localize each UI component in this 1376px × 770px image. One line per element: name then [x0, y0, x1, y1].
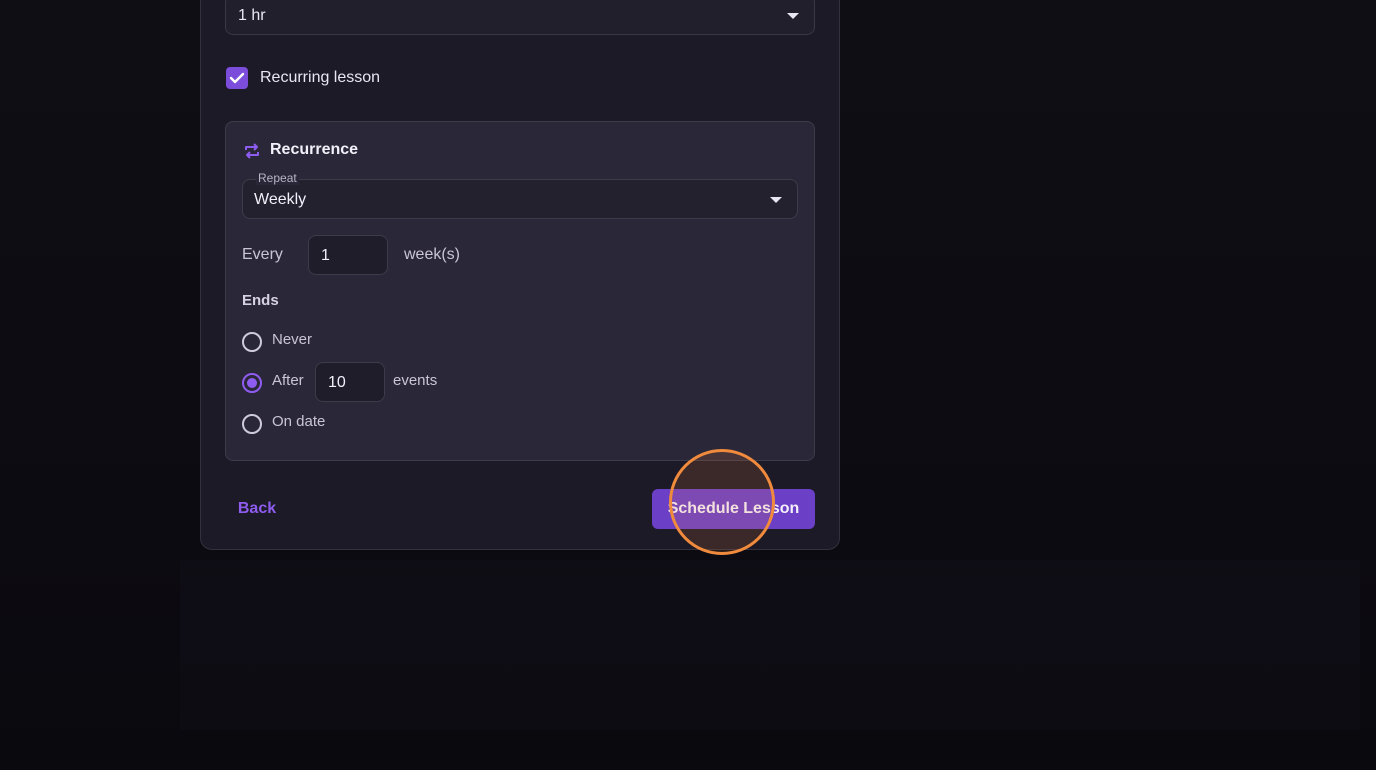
recurrence-panel: [225, 121, 815, 461]
every-interval-value: 1: [321, 247, 330, 264]
backdrop-shade: [180, 560, 1360, 730]
ends-on-date-radio[interactable]: [242, 414, 262, 434]
recurrence-title: Recurrence: [270, 141, 359, 158]
every-interval-input[interactable]: 1: [308, 235, 388, 275]
occurrences-value: 10: [328, 374, 346, 391]
chevron-down-icon: [787, 13, 799, 19]
ends-never-radio[interactable]: [242, 332, 262, 352]
repeat-select-value: Weekly: [254, 191, 307, 208]
chevron-down-icon: [770, 197, 782, 203]
schedule-lesson-button[interactable]: Schedule Lesson: [652, 489, 815, 529]
repeat-select[interactable]: Weekly: [242, 179, 798, 219]
ends-after-radio[interactable]: [242, 373, 262, 393]
recurring-lesson-label[interactable]: Recurring lesson: [260, 69, 380, 87]
interval-unit-label: week(s): [404, 246, 461, 263]
ends-on-date-label[interactable]: On date: [272, 413, 325, 430]
checkmark-icon: [229, 72, 245, 84]
repeat-legend: Repeat: [256, 171, 299, 185]
recurring-lesson-checkbox[interactable]: [226, 67, 248, 89]
duration-select[interactable]: 1 hr: [225, 0, 815, 35]
every-label: Every: [242, 246, 283, 263]
ends-after-label[interactable]: After: [272, 372, 304, 389]
ends-never-label[interactable]: Never: [272, 331, 312, 348]
duration-select-value: 1 hr: [238, 7, 266, 24]
events-label: events: [393, 372, 438, 389]
back-button[interactable]: Back: [226, 490, 288, 528]
ends-label: Ends: [242, 292, 279, 309]
repeat-icon: [245, 143, 259, 159]
occurrences-input[interactable]: 10: [315, 362, 385, 402]
